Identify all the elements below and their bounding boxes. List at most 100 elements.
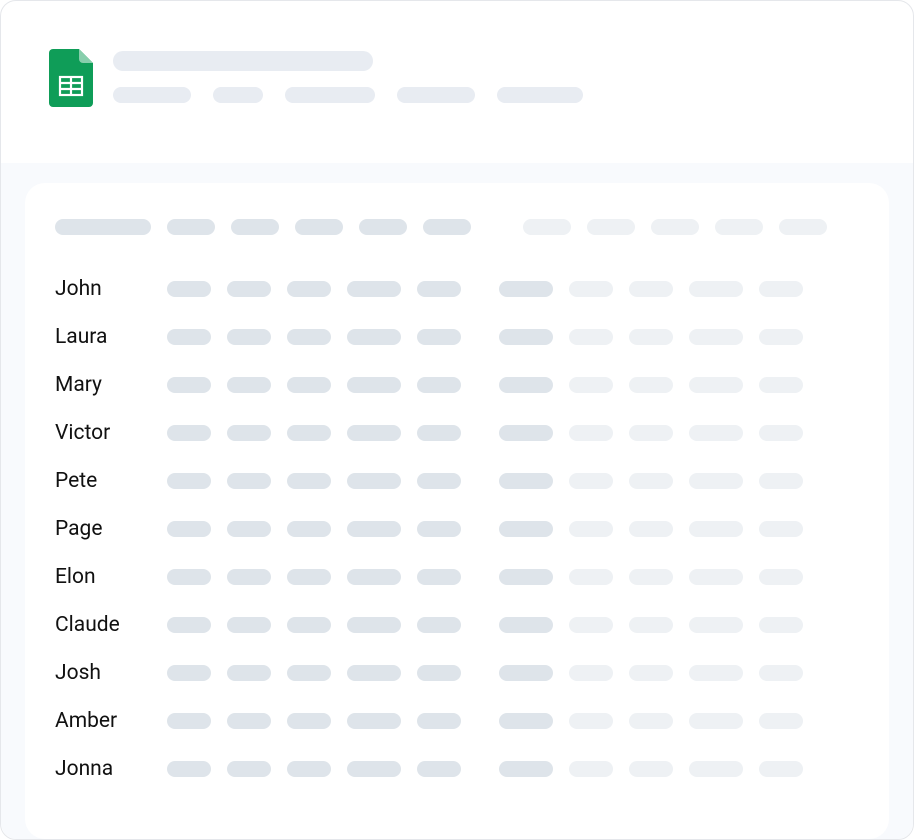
cell-placeholder [227,329,271,345]
menu-placeholder [397,87,475,103]
table-row[interactable]: Josh [55,649,859,697]
cell-placeholder [629,521,673,537]
cell-placeholder [629,617,673,633]
cell-placeholder [227,569,271,585]
cell-placeholder [167,713,211,729]
row-name: Jonna [55,759,151,780]
cell-placeholder [227,665,271,681]
cell-placeholder [569,665,613,681]
menu-placeholder [213,87,263,103]
cell-placeholder [629,329,673,345]
table-row[interactable]: Page [55,505,859,553]
cell-placeholder [499,617,553,633]
cell-placeholder [569,569,613,585]
header-placeholder [55,219,151,235]
row-name: Page [55,519,151,540]
cell-placeholder [227,713,271,729]
cell-placeholder [417,617,461,633]
cell-placeholder [287,713,331,729]
cell-placeholder [759,761,803,777]
cell-placeholder [227,425,271,441]
cell-placeholder [569,425,613,441]
cell-placeholder [417,713,461,729]
cell-placeholder [569,617,613,633]
cell-placeholder [347,713,401,729]
cell-placeholder [569,281,613,297]
cell-placeholder [347,761,401,777]
table-row[interactable]: Laura [55,313,859,361]
cell-placeholder [167,425,211,441]
cell-placeholder [689,473,743,489]
content-area: John Laura Mary Victor Pete Page Elon Claude Jos… [1,163,913,839]
app-header [1,1,913,111]
header-skeletons [113,49,583,103]
table-row[interactable]: Jonna [55,745,859,793]
cell-placeholder [167,665,211,681]
cell-placeholder [417,665,461,681]
cell-placeholder [287,521,331,537]
cell-placeholder [167,281,211,297]
title-placeholder [113,51,373,71]
cell-placeholder [167,521,211,537]
cell-placeholder [167,473,211,489]
cell-placeholder [759,713,803,729]
cell-placeholder [167,617,211,633]
table-row[interactable]: Mary [55,361,859,409]
cell-placeholder [347,569,401,585]
header-placeholder [587,219,635,235]
cell-placeholder [689,569,743,585]
cell-placeholder [167,761,211,777]
cell-placeholder [287,425,331,441]
row-name: Claude [55,615,151,636]
cell-placeholder [417,281,461,297]
cell-placeholder [759,329,803,345]
cell-placeholder [629,665,673,681]
table-row[interactable]: Claude [55,601,859,649]
table-row[interactable]: Victor [55,409,859,457]
row-name: Laura [55,327,151,348]
cell-placeholder [417,425,461,441]
cell-placeholder [499,521,553,537]
table-row[interactable]: Elon [55,553,859,601]
cell-placeholder [347,377,401,393]
cell-placeholder [629,425,673,441]
menu-placeholder [497,87,583,103]
cell-placeholder [689,281,743,297]
cell-placeholder [759,281,803,297]
cell-placeholder [689,713,743,729]
table-row[interactable]: Pete [55,457,859,505]
row-name: Pete [55,471,151,492]
column-header-row [55,217,859,237]
cell-placeholder [569,761,613,777]
cell-placeholder [759,377,803,393]
cell-placeholder [629,761,673,777]
menu-placeholder [285,87,375,103]
menu-placeholder-row [113,87,583,103]
cell-placeholder [347,425,401,441]
table-row[interactable]: John [55,265,859,313]
cell-placeholder [227,377,271,393]
cell-placeholder [689,665,743,681]
cell-placeholder [287,617,331,633]
cell-placeholder [287,377,331,393]
cell-placeholder [227,281,271,297]
menu-placeholder [113,87,191,103]
cell-placeholder [759,473,803,489]
header-placeholder [359,219,407,235]
table-row[interactable]: Amber [55,697,859,745]
cell-placeholder [417,473,461,489]
cell-placeholder [417,329,461,345]
cell-placeholder [417,377,461,393]
cell-placeholder [689,761,743,777]
cell-placeholder [759,665,803,681]
cell-placeholder [417,761,461,777]
cell-placeholder [689,377,743,393]
cell-placeholder [759,521,803,537]
row-name: Victor [55,423,151,444]
cell-placeholder [759,425,803,441]
header-placeholder [167,219,215,235]
cell-placeholder [167,329,211,345]
header-placeholder [779,219,827,235]
cell-placeholder [499,425,553,441]
cell-placeholder [347,281,401,297]
